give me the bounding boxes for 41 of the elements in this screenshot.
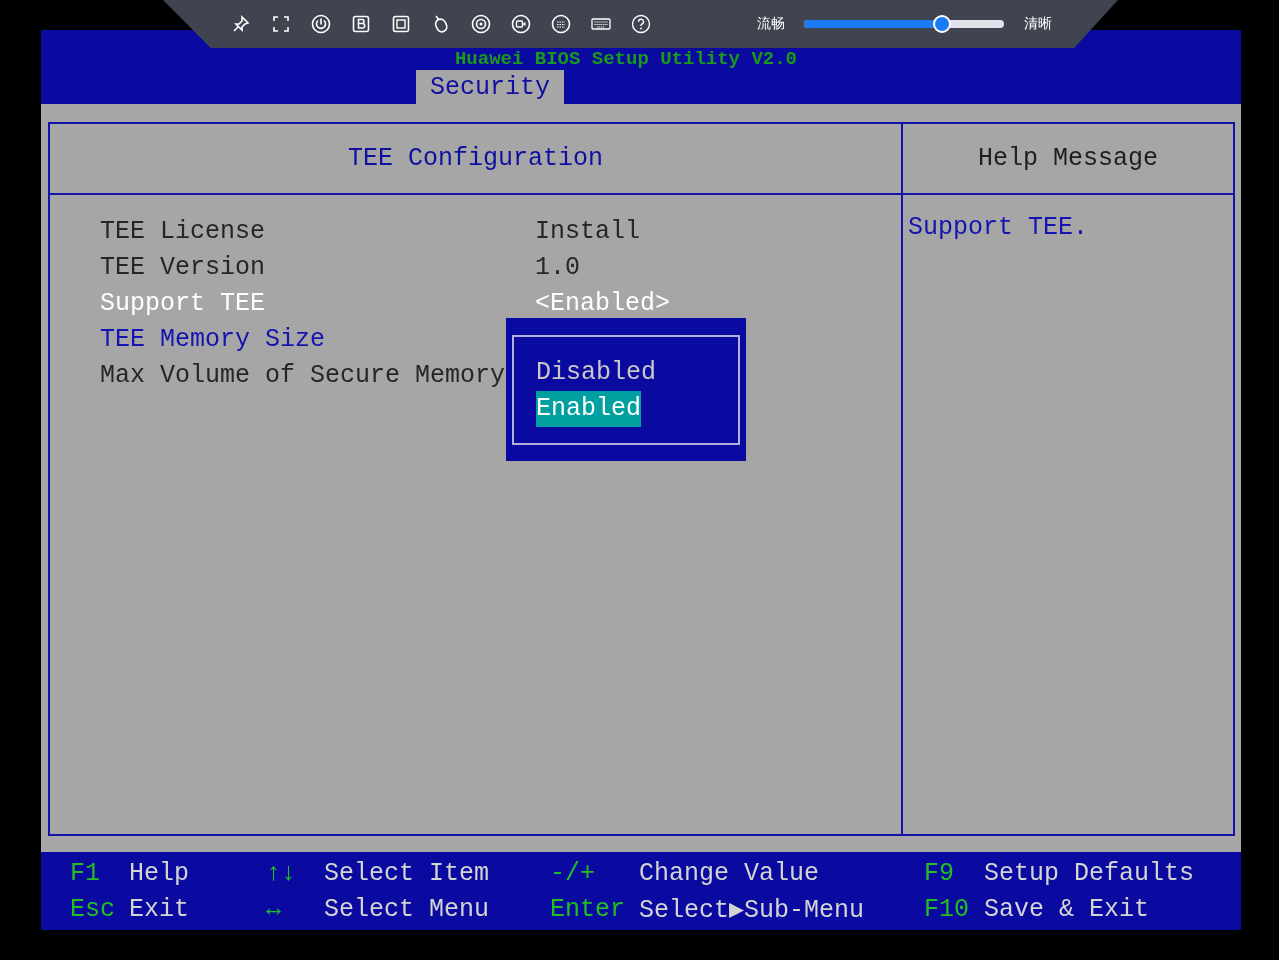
- key-action: Setup Defaults: [984, 858, 1195, 888]
- setting-value: 1.0: [535, 252, 581, 282]
- help-title: Help Message: [903, 124, 1233, 195]
- panel-title: TEE Configuration: [50, 124, 901, 195]
- framed-icon[interactable]: [391, 14, 411, 34]
- setting-label: TEE License: [100, 216, 267, 246]
- setting-value: Install: [535, 216, 642, 246]
- key-action: Select Menu: [324, 894, 490, 924]
- keypad-icon[interactable]: [551, 14, 571, 34]
- key-label: Enter: [550, 894, 626, 924]
- setting-value: <Enabled>: [535, 288, 672, 318]
- key-label: Esc: [70, 894, 116, 924]
- help-icon[interactable]: [631, 14, 651, 34]
- key-action: Exit: [129, 894, 189, 924]
- fullscreen-icon[interactable]: [271, 14, 291, 34]
- setting-label: Max Volume of Secure Memory: [100, 360, 507, 390]
- bios-title: Huawei BIOS Setup Utility V2.0: [454, 48, 798, 70]
- slider-label: 清晰: [1024, 15, 1052, 33]
- key-label: -/+: [550, 858, 596, 888]
- power-icon[interactable]: [311, 14, 331, 34]
- setting-label: TEE Version: [100, 252, 267, 282]
- record-icon[interactable]: [511, 14, 531, 34]
- disc-icon[interactable]: [471, 14, 491, 34]
- slider-label: 流畅: [757, 15, 785, 33]
- key-action: Help: [129, 858, 189, 888]
- key-label: ↔: [266, 894, 282, 924]
- key-label: ↑↓: [266, 858, 297, 888]
- boot-icon[interactable]: [351, 14, 371, 34]
- help-text: Support TEE.: [907, 212, 1090, 242]
- key-label: F1: [70, 858, 101, 888]
- slider-thumb[interactable]: [933, 15, 951, 33]
- key-label: F10: [924, 894, 970, 924]
- key-action: Change Value: [639, 858, 820, 888]
- key-action: Select▶Sub-Menu: [639, 894, 865, 925]
- menu-tab[interactable]: Security: [416, 70, 565, 104]
- pin-icon[interactable]: [231, 14, 251, 34]
- key-action: Save & Exit: [984, 894, 1150, 924]
- popup-option[interactable]: Disabled: [536, 355, 657, 391]
- key-label: F9: [924, 858, 955, 888]
- key-action: Select Item: [324, 858, 490, 888]
- popup-option[interactable]: Enabled: [536, 391, 642, 427]
